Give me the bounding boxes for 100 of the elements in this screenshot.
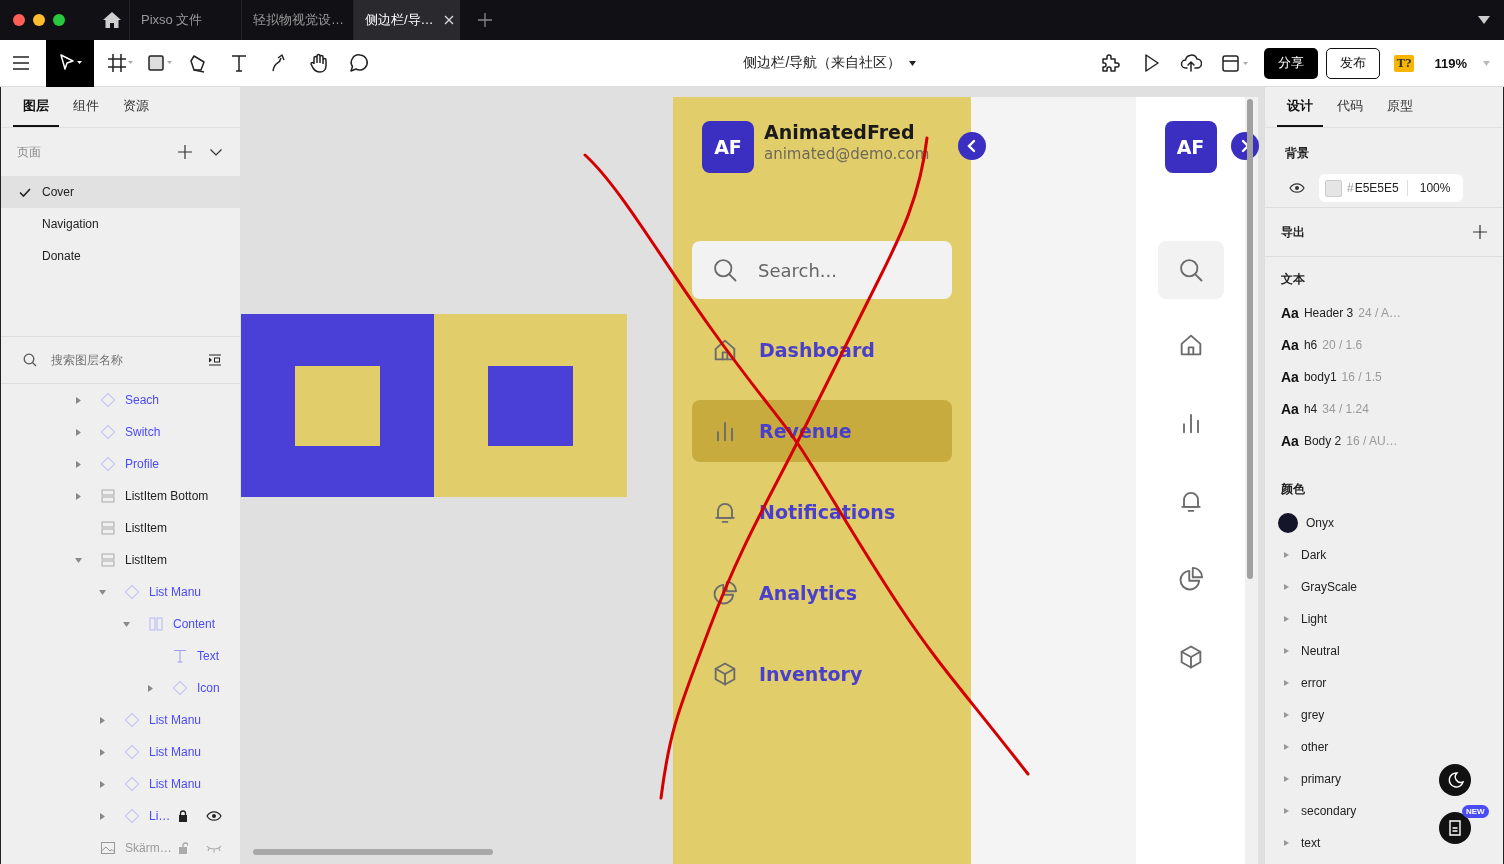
window-minimize-button[interactable] (33, 14, 45, 26)
home-icon[interactable] (103, 12, 121, 28)
text-style-item[interactable]: Aa h6 20 / 1.6 (1281, 329, 1487, 361)
collapse-button[interactable] (957, 131, 987, 161)
color-style-item[interactable]: error (1281, 667, 1327, 699)
font-badge[interactable]: T? (1393, 54, 1415, 72)
search-button[interactable] (1157, 241, 1224, 299)
publish-button[interactable]: 发布 (1325, 47, 1380, 79)
layer-row[interactable]: ListItem (1, 544, 240, 576)
section-title: 背景 (1284, 145, 1310, 162)
component-layer-icon (124, 584, 140, 600)
color-style-item[interactable]: Onyx (1281, 507, 1334, 539)
eye-icon[interactable] (206, 811, 222, 821)
list-layer-icon (100, 488, 116, 504)
color-style-item[interactable]: secondary (1281, 795, 1357, 827)
color-swatch[interactable] (1325, 179, 1342, 197)
panel-tab[interactable]: 组件 (63, 87, 109, 127)
avatar: AF (702, 121, 754, 173)
scrollbar[interactable] (1247, 99, 1253, 579)
panel-tab[interactable]: 图层 (13, 87, 59, 127)
section-title: 文本 (1281, 271, 1306, 288)
layer-row[interactable]: List Manu (1, 736, 240, 768)
chevron-icon[interactable] (210, 148, 222, 156)
browser-tab[interactable]: 侧边栏/导… (353, 0, 460, 40)
text-style-item[interactable]: Aa body1 16 / 1.5 (1281, 361, 1487, 393)
layer-row[interactable]: Content (1, 608, 240, 640)
eye-icon[interactable] (1289, 183, 1305, 193)
caret-icon (909, 60, 917, 66)
list-layer-icon (100, 552, 116, 568)
file-title[interactable]: 侧边栏/导航（来自社区） (743, 54, 917, 72)
layer-row[interactable]: Profile (1, 448, 240, 480)
color-style-item[interactable]: text (1281, 827, 1321, 859)
window-zoom-button[interactable] (53, 14, 65, 26)
color-style-item[interactable]: Light (1281, 603, 1328, 635)
component-layer-icon (100, 456, 116, 472)
layer-row[interactable]: List Manu (1, 768, 240, 800)
zoom-level[interactable]: 119% (1434, 55, 1467, 71)
new-badge: NEW (1462, 805, 1489, 818)
panel-tab[interactable]: 代码 (1327, 87, 1373, 127)
avatar: AF (1164, 121, 1217, 173)
close-icon[interactable] (443, 15, 454, 25)
page-item[interactable]: Cover (1, 176, 240, 208)
search-field[interactable]: 搜索图层名称 (49, 352, 196, 368)
layer-row[interactable]: List Manu (1, 576, 240, 608)
plugin-icon[interactable] (1099, 52, 1122, 74)
lock-icon[interactable] (178, 810, 188, 822)
component-layer-icon (100, 424, 116, 440)
color-style-item[interactable]: Neutral (1281, 635, 1340, 667)
add-icon[interactable] (178, 145, 192, 159)
move-tool-icon[interactable] (46, 39, 94, 87)
panel-tab[interactable]: 原型 (1377, 87, 1423, 127)
upload-icon[interactable] (1179, 52, 1202, 74)
color-style-item[interactable]: primary (1281, 763, 1341, 795)
menu-icon[interactable] (13, 56, 29, 70)
page-item[interactable]: Navigation (1, 208, 240, 240)
color-style-item[interactable]: GrayScale (1281, 571, 1358, 603)
component-layer-icon (124, 712, 140, 728)
scrollbar[interactable] (253, 849, 493, 855)
text-style-item[interactable]: Aa Body 2 16 / AU… (1281, 425, 1487, 457)
color-field[interactable]: #E5E5E5 100% (1319, 174, 1463, 202)
layer-row[interactable]: Switch (1, 416, 240, 448)
caret-icon (1284, 744, 1289, 750)
caret-icon (1284, 552, 1289, 558)
new-tab-icon[interactable] (478, 13, 492, 27)
layer-row[interactable]: Li… (1, 800, 240, 832)
color-style-item[interactable]: Dark (1281, 539, 1327, 571)
text-layer-icon (172, 648, 188, 664)
layer-row[interactable]: Seach (1, 384, 240, 416)
color-style-item[interactable]: other (1281, 731, 1329, 763)
collapse-layers-icon[interactable] (208, 354, 222, 366)
text-style-item[interactable]: Aa Header 3 24 / A… (1281, 297, 1487, 329)
caret-icon[interactable] (1478, 16, 1490, 24)
layer-row[interactable]: ListItem Bottom (1, 480, 240, 512)
search-field[interactable]: Search... (692, 241, 952, 299)
pie-icon (711, 579, 739, 607)
layer-row[interactable]: List Manu (1, 704, 240, 736)
panel-tab[interactable]: 资源 (113, 87, 159, 127)
user-name: AnimatedFred (764, 121, 916, 143)
component-layer-icon (124, 776, 140, 792)
page-item[interactable]: Donate (1, 240, 240, 272)
add-icon[interactable] (1473, 225, 1487, 239)
list-layer-icon (100, 520, 116, 536)
nav-item[interactable]: Analytics (692, 562, 952, 624)
frame-layer-icon (148, 616, 164, 632)
section-title: 导出 (1281, 223, 1305, 241)
layer-row[interactable]: Icon (1, 672, 240, 704)
color-style-item[interactable]: grey (1281, 699, 1325, 731)
layer-row[interactable]: ListItem (1, 512, 240, 544)
text-style-item[interactable]: Aa h4 34 / 1.24 (1281, 393, 1487, 425)
panel-tab[interactable]: 设计 (1277, 87, 1323, 127)
share-button[interactable]: 分享 (1263, 47, 1318, 79)
window-close-button[interactable] (13, 14, 25, 26)
nav-item[interactable]: Inventory (692, 643, 952, 705)
component-layer-icon (172, 680, 188, 696)
dark-mode-button[interactable] (1439, 764, 1471, 796)
layer-row[interactable]: Text (1, 640, 240, 672)
caret-icon (1284, 680, 1289, 686)
notes-button[interactable] (1439, 812, 1471, 844)
search-icon (711, 256, 739, 284)
component-layer-icon (124, 808, 140, 824)
